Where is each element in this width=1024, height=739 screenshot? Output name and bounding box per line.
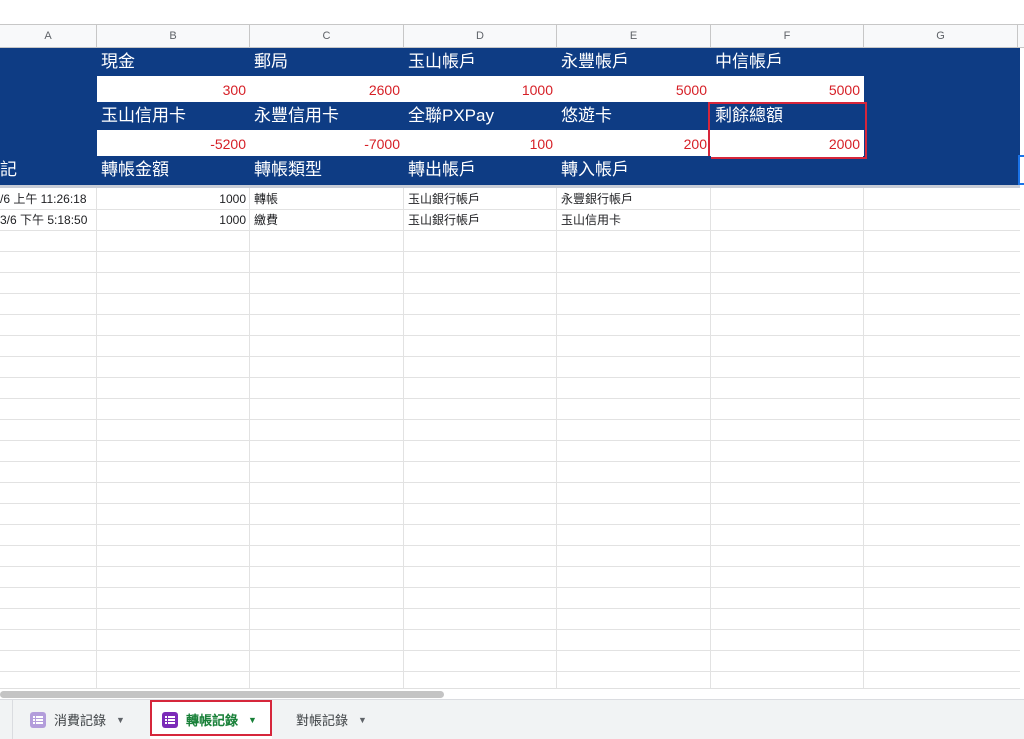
sheet-tab-expenses[interactable]: 消費記錄 ▼ (16, 700, 148, 739)
gridline (0, 356, 1020, 357)
column-header-g[interactable]: G (864, 25, 1018, 47)
column-header-e[interactable]: E (557, 25, 711, 47)
selected-cell-edge (1018, 155, 1024, 185)
column-header-d[interactable]: D (404, 25, 557, 47)
list-icon (30, 711, 46, 728)
summary-value-esun[interactable]: 1000 (404, 77, 556, 103)
table-cell-to-account[interactable]: 永豐銀行帳戶 (557, 189, 710, 210)
header-band-a4 (0, 130, 97, 156)
gridline (0, 251, 1020, 252)
gridline (0, 587, 1020, 588)
sheet-tab-label: 對帳記錄 (296, 713, 349, 728)
gridline (0, 566, 1020, 567)
table-cell-timestamp[interactable]: 3/6 下午 5:18:50 (0, 210, 96, 231)
summary-label-sinopac[interactable]: 永豐帳戶 (557, 48, 711, 76)
table-cell-amount[interactable]: 1000 (97, 210, 249, 231)
header-band-a2 (0, 76, 97, 102)
table-header-type[interactable]: 轉帳類型 (250, 156, 404, 185)
table-cell-to-account[interactable]: 玉山信用卡 (557, 210, 710, 231)
sheet-tab-label: 轉帳記錄 (186, 713, 239, 728)
table-header-timestamp[interactable]: 記 (0, 156, 97, 185)
summary-label-ctbc[interactable]: 中信帳戶 (711, 48, 864, 76)
gridline (403, 188, 404, 688)
summary-value-cash[interactable]: 300 (97, 77, 249, 103)
gridline (710, 188, 711, 688)
toolbar-area (0, 0, 1024, 24)
column-header-f[interactable]: F (711, 25, 864, 47)
gridline (0, 272, 1020, 273)
table-header-from-account[interactable]: 轉出帳戶 (404, 156, 557, 185)
gridline (0, 608, 1020, 609)
gridline (96, 188, 97, 688)
gridline (0, 650, 1020, 651)
summary-label-pxpay[interactable]: 全聯PXPay (404, 102, 557, 130)
summary-value-sinopac[interactable]: 5000 (557, 77, 710, 103)
gridline (249, 188, 250, 688)
gridline (0, 293, 1020, 294)
summary-label-remaining-total[interactable]: 剩餘總額 (711, 102, 864, 130)
summary-label-easycard[interactable]: 悠遊卡 (557, 102, 711, 130)
table-cell-type[interactable]: 繳費 (250, 210, 403, 231)
gridline (0, 440, 1020, 441)
gridline (0, 398, 1020, 399)
summary-value-pxpay[interactable]: 100 (404, 131, 556, 157)
summary-label-sinopac-card[interactable]: 永豐信用卡 (250, 102, 404, 130)
caret-down-icon[interactable]: ▼ (116, 715, 125, 725)
gridline (0, 314, 1020, 315)
gridline (0, 377, 1020, 378)
sheet-grid[interactable]: 現金 郵局 玉山帳戶 永豐帳戶 中信帳戶 300 2600 1000 5000 … (0, 48, 1020, 688)
gridline (0, 671, 1020, 672)
table-cell-amount[interactable]: 1000 (97, 189, 249, 210)
gridline (0, 335, 1020, 336)
gridline (0, 524, 1020, 525)
list-icon (162, 711, 178, 728)
column-header-bar: A B C D E F G (0, 24, 1024, 48)
summary-value-ctbc[interactable]: 5000 (711, 77, 863, 103)
summary-value-post[interactable]: 2600 (250, 77, 403, 103)
summary-label-post[interactable]: 郵局 (250, 48, 404, 76)
table-cell-from-account[interactable]: 玉山銀行帳戶 (404, 210, 556, 231)
gridline (863, 188, 864, 688)
gridline (0, 461, 1020, 462)
sheet-tab-transfers[interactable]: 轉帳記錄 ▼ (150, 700, 272, 739)
summary-label-cash[interactable]: 現金 (97, 48, 250, 76)
sheet-tabs-bar: 消費記錄 ▼ 轉帳記錄 ▼ 對帳記錄 ▼ (0, 699, 1024, 739)
column-header-b[interactable]: B (97, 25, 250, 47)
gridline (0, 629, 1020, 630)
table-header-to-account[interactable]: 轉入帳戶 (557, 156, 711, 185)
column-header-c[interactable]: C (250, 25, 404, 47)
summary-value-esun-card[interactable]: -5200 (97, 131, 249, 157)
divider (12, 700, 13, 739)
caret-down-icon[interactable]: ▼ (358, 715, 367, 725)
sheet-tab-label: 消費記錄 (54, 713, 107, 728)
scrollbar-thumb[interactable] (0, 691, 444, 698)
summary-value-sinopac-card[interactable]: -7000 (250, 131, 403, 157)
caret-down-icon[interactable]: ▼ (248, 715, 257, 725)
gridline (0, 482, 1020, 483)
summary-value-remaining-total[interactable]: 2000 (711, 131, 863, 157)
header-band-g4 (864, 130, 1020, 156)
table-header-amount[interactable]: 轉帳金額 (97, 156, 250, 185)
table-cell-from-account[interactable]: 玉山銀行帳戶 (404, 189, 556, 210)
gridline (0, 545, 1020, 546)
column-header-a[interactable]: A (0, 25, 97, 47)
summary-label-esun-card[interactable]: 玉山信用卡 (97, 102, 250, 130)
gridline (0, 419, 1020, 420)
frozen-row-divider[interactable] (0, 185, 1020, 188)
table-cell-type[interactable]: 轉帳 (250, 189, 403, 210)
gridline (556, 188, 557, 688)
sheet-tab-reconciliation[interactable]: 對帳記錄 ▼ (278, 700, 388, 739)
summary-label-esun[interactable]: 玉山帳戶 (404, 48, 557, 76)
summary-value-easycard[interactable]: 200 (557, 131, 710, 157)
gridline (0, 503, 1020, 504)
header-band-g2 (864, 76, 1020, 102)
table-cell-timestamp[interactable]: /6 上午 11:26:18 (0, 189, 96, 210)
